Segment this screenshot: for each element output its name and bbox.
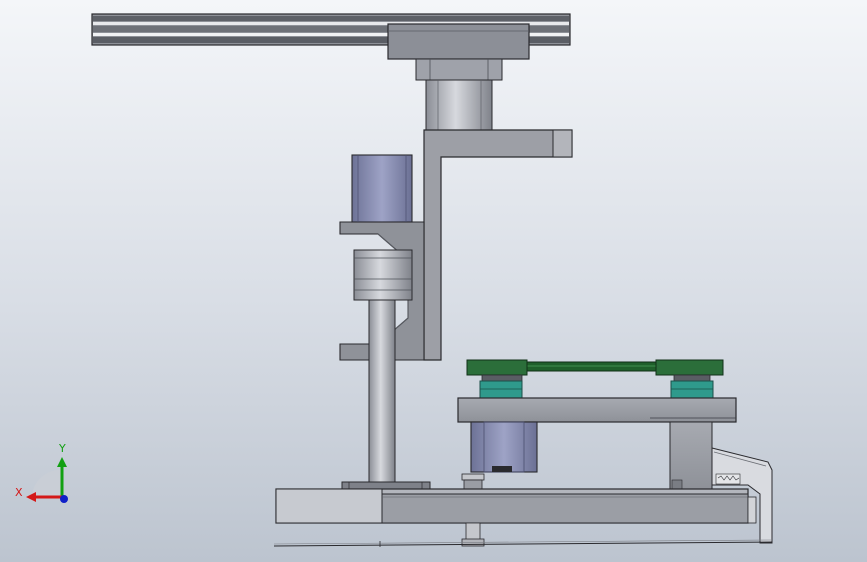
x-axis-label: X [15,486,23,499]
x-axis-arrowhead [26,492,36,502]
y-axis-label: Y [59,442,66,455]
assembly-drawing [26,13,773,547]
right-support-block [669,421,713,491]
z-motor-body [425,79,493,131]
support-bracket [423,129,573,361]
triad-plane-arc [32,469,62,497]
cad-viewport[interactable]: Y X [0,0,867,562]
right-pulley [655,359,724,399]
base-plate [275,488,757,524]
shaft-coupling [353,249,413,301]
rail-carriage [387,23,530,60]
left-stepper-motor [351,154,413,223]
axis-triad [26,457,68,503]
z-axis-dot [60,495,68,503]
vertical-column [368,299,396,485]
left-pulley [466,359,528,399]
y-axis-arrowhead [57,457,67,467]
mid-support-plate [457,397,737,423]
column-base-flange [341,481,431,490]
lower-stepper-motor [470,421,538,473]
small-shaft-coupling [461,473,485,491]
z-motor-flange [415,58,503,81]
bottom-frame-line [273,539,773,547]
